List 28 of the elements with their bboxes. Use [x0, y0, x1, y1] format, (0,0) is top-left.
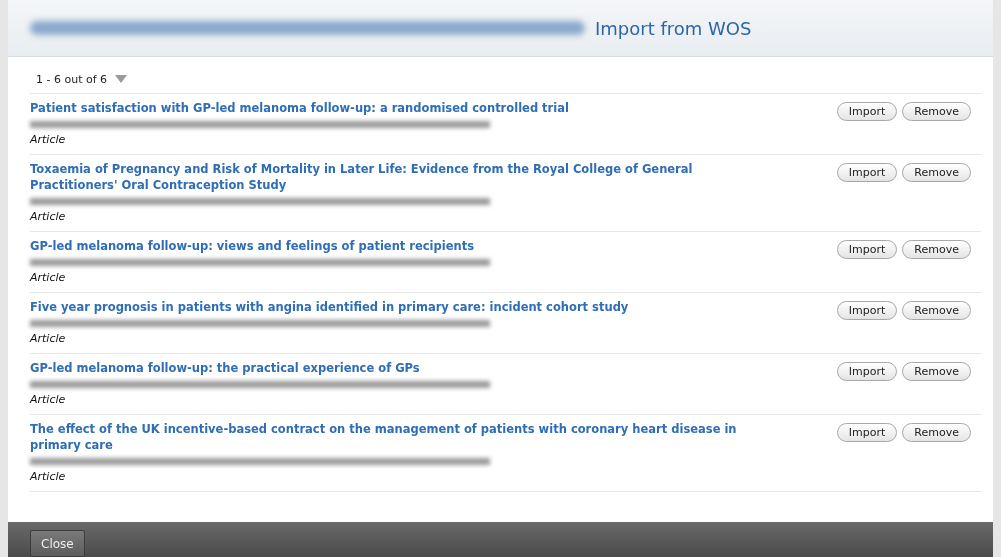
- remove-button[interactable]: Remove: [902, 102, 971, 121]
- remove-button[interactable]: Remove: [902, 240, 971, 259]
- record-type: Article: [30, 210, 67, 223]
- record-title[interactable]: GP-led melanoma follow-up: the practical experience of GPs: [30, 360, 750, 376]
- record-title[interactable]: Five year prognosis in patients with angina identified in primary care: incident cohort study: [30, 299, 750, 315]
- record-type: Article: [30, 332, 67, 345]
- record-title[interactable]: GP-led melanoma follow-up: views and feelings of patient recipients: [30, 238, 750, 254]
- caret-icon[interactable]: [115, 75, 128, 83]
- dialog-title: Import from WOS: [595, 17, 752, 39]
- record-title[interactable]: Toxaemia of Pregnancy and Risk of Mortality in Later Life: Evidence from the Royal College of General Practitioners' Oral Contraception Study: [30, 161, 750, 193]
- record-type: Article: [30, 271, 67, 284]
- record-type: Article: [30, 470, 67, 483]
- import-button[interactable]: Import: [836, 102, 898, 121]
- import-button[interactable]: Import: [836, 163, 898, 182]
- remove-button[interactable]: Remove: [902, 362, 971, 381]
- remove-button[interactable]: Remove: [902, 423, 971, 442]
- remove-button[interactable]: Remove: [902, 163, 971, 182]
- record-type: Article: [30, 393, 67, 406]
- record-type: Article: [30, 133, 67, 146]
- record-title[interactable]: The effect of the UK incentive-based contract on the management of patients with coronary heart disease in primary care: [30, 421, 750, 453]
- remove-button[interactable]: Remove: [902, 301, 971, 320]
- result-count: 1 - 6 out of 6: [36, 72, 108, 86]
- import-button[interactable]: Import: [836, 301, 898, 320]
- import-button[interactable]: Import: [836, 240, 898, 259]
- import-button[interactable]: Import: [836, 423, 898, 442]
- close-button[interactable]: Close: [30, 530, 85, 557]
- import-button[interactable]: Import: [836, 362, 898, 381]
- record-title[interactable]: Patient satisfaction with GP-led melanoma follow-up: a randomised controlled trial: [30, 100, 750, 116]
